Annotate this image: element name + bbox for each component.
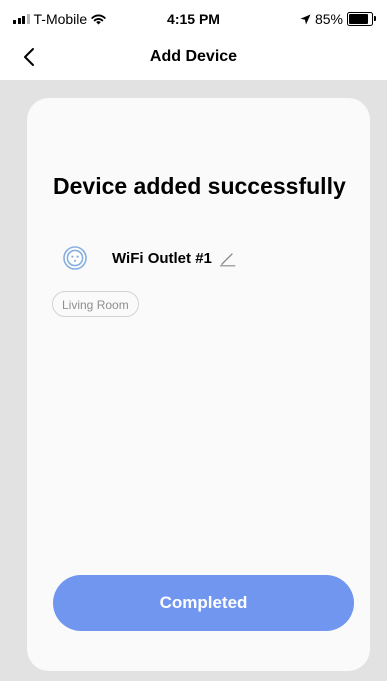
top-area: T-Mobile 4:15 PM 85% Add Device [0,0,387,80]
status-right: 85% [300,11,376,27]
location-arrow-icon [300,14,311,24]
battery-percent: 85% [314,11,343,27]
page-title: Add Device [149,48,238,65]
battery-icon [347,12,376,26]
pencil-icon[interactable] [219,250,236,267]
outlet-icon [63,246,87,270]
completed-button[interactable]: Completed [53,575,354,631]
status-bar: T-Mobile 4:15 PM 85% [0,0,387,34]
nav-bar: Add Device [0,36,387,80]
device-added-card: Device added successfully WiFi Outlet #1… [27,98,370,671]
device-row: WiFi Outlet #1 [63,246,236,270]
success-title: Device added successfully [53,173,346,199]
device-name: WiFi Outlet #1 [112,249,212,267]
room-tag[interactable]: Living Room [52,291,139,317]
